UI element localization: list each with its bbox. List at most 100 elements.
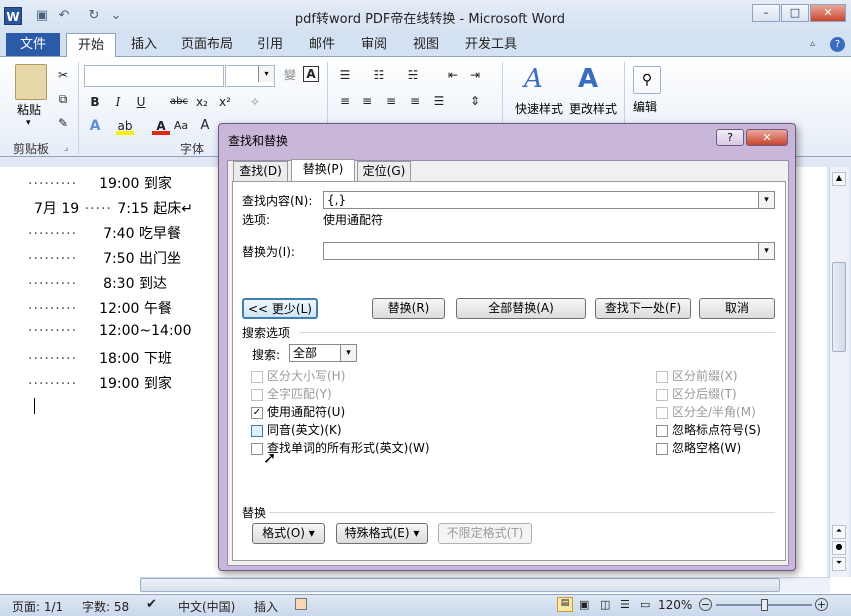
change-styles-button[interactable]: 更改样式 <box>569 100 617 117</box>
match-width-checkbox[interactable]: 区分全/半角(M) <box>656 403 761 421</box>
tab-replace[interactable]: 替换(P) <box>291 159 355 182</box>
vertical-scrollbar[interactable] <box>829 167 849 577</box>
tab-find[interactable]: 查找(D) <box>233 161 288 182</box>
page-count[interactable]: 页面: 1/1 <box>12 598 63 615</box>
char-border-icon[interactable]: A <box>303 66 319 82</box>
quick-styles-button[interactable]: 快速样式 <box>515 100 563 117</box>
find-what-input[interactable]: {,} ▾ <box>323 191 775 209</box>
select-browse-object-icon[interactable]: ● <box>832 541 846 555</box>
zoom-out-icon[interactable]: − <box>699 598 712 611</box>
copy-icon[interactable]: ⧉ <box>54 90 72 108</box>
decrease-indent-icon[interactable]: ⇤ <box>444 66 462 84</box>
ignore-spaces-checkbox[interactable]: 忽略空格(W) <box>656 439 761 457</box>
language-status[interactable]: 中文(中国) <box>178 598 235 615</box>
zoom-slider-thumb[interactable] <box>761 599 768 611</box>
align-left-icon[interactable]: ≡ <box>336 92 354 110</box>
dialog-help-button[interactable]: ? <box>716 129 744 146</box>
bullets-icon[interactable]: ☰ <box>336 66 354 84</box>
tab-page-layout[interactable]: 页面布局 <box>176 33 238 57</box>
tab-file[interactable]: 文件 <box>6 33 60 56</box>
search-direction-dropdown-icon[interactable]: ▾ <box>340 345 356 361</box>
font-name-combo[interactable] <box>84 65 224 87</box>
cancel-button[interactable]: 取消 <box>699 298 775 319</box>
underline-icon[interactable]: U <box>132 93 150 111</box>
tab-insert[interactable]: 插入 <box>124 33 164 57</box>
use-wildcards-checkbox[interactable]: ✓ 使用通配符(U) <box>251 403 430 421</box>
zoom-level[interactable]: 120% <box>658 598 692 612</box>
print-layout-icon[interactable]: ▤ <box>557 597 573 612</box>
highlight-icon[interactable]: ab <box>116 117 134 135</box>
word-count[interactable]: 字数: 58 <box>82 598 129 615</box>
tab-mailings[interactable]: 邮件 <box>302 33 342 57</box>
all-word-forms-checkbox[interactable]: 查找单词的所有形式(英文)(W) <box>251 439 430 457</box>
full-screen-icon[interactable]: ▣ <box>579 598 589 611</box>
tab-developer[interactable]: 开发工具 <box>460 33 522 57</box>
replace-with-input[interactable]: ▾ <box>323 242 775 260</box>
font-color-icon[interactable]: A <box>152 117 170 135</box>
align-center-icon[interactable]: ≡ <box>358 92 376 110</box>
paste-button[interactable]: 粘贴 <box>17 101 41 118</box>
proofing-icon[interactable]: ✔ <box>146 597 157 612</box>
strikethrough-icon[interactable]: abc <box>168 93 190 111</box>
prev-page-icon[interactable]: ⏶ <box>832 525 846 539</box>
dialog-close-button[interactable]: ✕ <box>746 129 788 146</box>
customize-qat-icon[interactable]: ⌄ <box>108 8 124 24</box>
format-button[interactable]: 格式(O) ▾ <box>252 523 325 544</box>
quick-styles-icon[interactable]: A <box>524 64 543 94</box>
tab-references[interactable]: 引用 <box>250 33 290 57</box>
no-formatting-button[interactable]: 不限定格式(T) <box>438 523 532 544</box>
web-layout-icon[interactable]: ◫ <box>600 598 610 611</box>
distributed-icon[interactable]: ☰ <box>430 92 448 110</box>
tab-review[interactable]: 审阅 <box>354 33 394 57</box>
text-effects-icon[interactable]: A <box>86 117 104 135</box>
search-direction-select[interactable]: 全部 ▾ <box>289 344 357 362</box>
match-prefix-checkbox[interactable]: 区分前缀(X) <box>656 367 761 385</box>
format-painter-icon[interactable]: ✎ <box>54 114 72 132</box>
maximize-button[interactable]: □ <box>781 4 809 22</box>
replace-all-button[interactable]: 全部替换(A) <box>456 298 586 319</box>
sounds-like-checkbox[interactable]: 同音(英文)(K) <box>251 421 430 439</box>
close-button[interactable]: ✕ <box>810 4 846 22</box>
ribbon-collapse-icon[interactable]: ▵ <box>810 38 824 52</box>
clipboard-launcher-icon[interactable]: ⌟ <box>64 143 68 153</box>
word-app-icon[interactable]: W <box>4 7 22 25</box>
numbering-icon[interactable]: ☷ <box>370 66 388 84</box>
paste-dropdown-icon[interactable]: ▾ <box>26 118 31 128</box>
outline-icon[interactable]: ☰ <box>620 598 630 611</box>
replace-button[interactable]: 替换(R) <box>372 298 445 319</box>
redo-icon[interactable]: ↻ <box>86 8 102 24</box>
zoom-in-icon[interactable]: + <box>815 598 828 611</box>
phonetic-guide-icon[interactable]: 變 <box>281 66 299 84</box>
next-page-icon[interactable]: ⏷ <box>832 557 846 571</box>
increase-indent-icon[interactable]: ⇥ <box>466 66 484 84</box>
match-case-checkbox[interactable]: 区分大小写(H) <box>251 367 430 385</box>
clear-formatting-icon[interactable]: ✧ <box>246 93 264 111</box>
editing-button[interactable]: 编辑 <box>633 98 657 115</box>
scroll-thumb[interactable] <box>832 262 846 352</box>
align-right-icon[interactable]: ≡ <box>382 92 400 110</box>
draft-icon[interactable]: ▭ <box>640 598 650 611</box>
line-spacing-icon[interactable]: ⇕ <box>466 92 484 110</box>
match-suffix-checkbox[interactable]: 区分后缀(T) <box>656 385 761 403</box>
save-icon[interactable]: ▣ <box>34 8 50 24</box>
horizontal-scroll-thumb[interactable] <box>140 578 780 592</box>
less-button[interactable]: << 更少(L) <box>242 298 318 319</box>
subscript-icon[interactable]: x₂ <box>193 93 211 111</box>
tab-goto[interactable]: 定位(G) <box>357 161 411 182</box>
whole-word-checkbox[interactable]: 全字匹配(Y) <box>251 385 430 403</box>
binoculars-icon[interactable]: ⚲ <box>633 66 661 94</box>
bold-icon[interactable]: B <box>86 93 104 111</box>
find-next-button[interactable]: 查找下一处(F) <box>595 298 691 319</box>
cut-icon[interactable]: ✂ <box>54 66 72 84</box>
superscript-icon[interactable]: x² <box>216 93 234 111</box>
multilevel-list-icon[interactable]: ☵ <box>404 66 422 84</box>
undo-icon[interactable]: ↶ <box>56 8 72 24</box>
replace-history-dropdown-icon[interactable]: ▾ <box>758 243 774 259</box>
grow-font-icon[interactable]: A <box>196 117 214 135</box>
find-history-dropdown-icon[interactable]: ▾ <box>758 192 774 208</box>
scroll-up-icon[interactable]: ▲ <box>832 172 846 186</box>
paste-icon[interactable] <box>15 64 47 100</box>
justify-icon[interactable]: ≡ <box>406 92 424 110</box>
minimize-button[interactable]: – <box>752 4 780 22</box>
change-styles-icon[interactable]: A <box>578 64 598 94</box>
